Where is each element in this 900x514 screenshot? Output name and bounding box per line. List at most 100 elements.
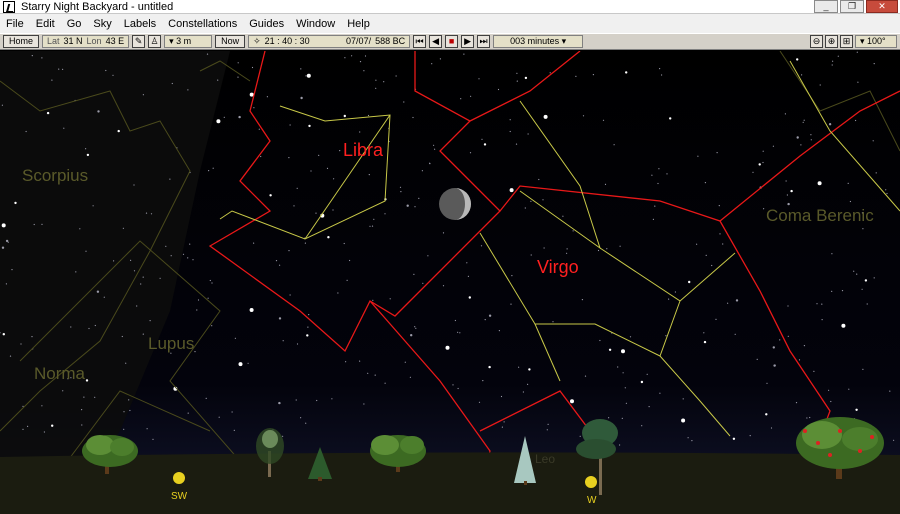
star: [488, 314, 492, 317]
star: [133, 270, 136, 272]
star: [5, 239, 9, 243]
star: [624, 387, 626, 389]
home-button[interactable]: Home: [3, 35, 40, 48]
moon[interactable]: [439, 188, 471, 220]
timestep-dropdown[interactable]: 003 minutes ▾: [493, 35, 584, 48]
rewind-icon[interactable]: ⏮: [413, 35, 427, 48]
star: [11, 269, 13, 271]
star: [466, 262, 468, 264]
window-title: Starry Night Backyard - untitled: [21, 0, 174, 13]
star: [654, 205, 656, 207]
menu-guides[interactable]: Guides: [243, 18, 290, 30]
star: [484, 319, 486, 321]
star: [278, 401, 281, 405]
lat-value[interactable]: 31 N: [64, 36, 83, 47]
star: [196, 309, 198, 311]
star: [337, 292, 339, 294]
elevation-dropdown[interactable]: ▾ 3 m: [164, 35, 213, 48]
zoom-box-icon[interactable]: ⊞: [840, 35, 853, 48]
stop-icon[interactable]: ■: [445, 35, 459, 48]
star: [41, 405, 43, 407]
menu-labels[interactable]: Labels: [118, 18, 162, 30]
star: [481, 138, 483, 140]
restore-button[interactable]: ❐: [840, 0, 864, 13]
star: [445, 345, 450, 350]
zoom-out-icon[interactable]: ⊖: [810, 35, 823, 48]
fov-dropdown[interactable]: ▾ 100°: [855, 35, 897, 48]
star: [278, 317, 282, 320]
star: [527, 383, 529, 385]
star: [359, 131, 361, 133]
star: [318, 154, 320, 156]
minimize-button[interactable]: _: [814, 0, 838, 13]
label-coma-berenices[interactable]: Coma Berenic: [766, 206, 874, 225]
star: [207, 297, 209, 299]
star: [279, 264, 281, 266]
star: [231, 411, 233, 413]
label-norma[interactable]: Norma: [34, 364, 86, 383]
star: [592, 74, 595, 76]
star: [422, 282, 424, 284]
star: [800, 144, 802, 146]
star: [289, 124, 291, 126]
star: [192, 259, 194, 261]
toolbar: Home Lat 31 N Lon 43 E ✎ ♙ ▾ 3 m Now ✧ 2…: [0, 33, 900, 50]
sky-view[interactable]: Scorpius Lupus Norma Coma Berenic Libra …: [0, 51, 900, 514]
star: [146, 428, 148, 430]
star: [795, 402, 798, 404]
star: [524, 207, 526, 209]
person-icon[interactable]: ♙: [148, 35, 162, 48]
label-virgo[interactable]: Virgo: [537, 257, 579, 277]
star: [696, 243, 698, 245]
star: [510, 303, 512, 305]
lon-value[interactable]: 43 E: [106, 36, 125, 47]
star: [142, 276, 144, 278]
menu-file[interactable]: File: [0, 18, 30, 30]
star: [756, 358, 758, 360]
play-icon[interactable]: ▶: [461, 35, 475, 48]
label-scorpius[interactable]: Scorpius: [22, 166, 88, 185]
star: [787, 335, 789, 337]
star: [524, 76, 528, 80]
pencil-icon[interactable]: ✎: [132, 35, 146, 48]
star: [343, 114, 346, 118]
star: [697, 155, 699, 157]
star: [787, 202, 790, 206]
label-lupus[interactable]: Lupus: [148, 334, 194, 353]
fast-forward-icon[interactable]: ⏭: [477, 35, 491, 48]
star: [410, 334, 413, 337]
star: [509, 130, 511, 133]
star: [469, 152, 472, 154]
star: [275, 260, 278, 262]
menu-window[interactable]: Window: [290, 18, 341, 30]
menu-help[interactable]: Help: [341, 18, 376, 30]
time-display[interactable]: ✧ 21 : 40 : 30 07/07/ 588 BC: [248, 35, 411, 48]
label-libra[interactable]: Libra: [343, 140, 384, 160]
star: [22, 405, 24, 407]
step-back-icon[interactable]: ◀: [429, 35, 443, 48]
star: [527, 133, 529, 135]
close-button[interactable]: ✕: [866, 0, 898, 13]
star: [803, 345, 806, 347]
date-value[interactable]: 07/07/: [346, 36, 371, 47]
menu-constellations[interactable]: Constellations: [162, 18, 243, 30]
star: [306, 73, 311, 78]
menu-go[interactable]: Go: [61, 18, 88, 30]
star: [296, 187, 298, 189]
now-button[interactable]: Now: [215, 35, 246, 48]
star: [813, 370, 815, 372]
location-field[interactable]: Lat 31 N Lon 43 E: [42, 35, 130, 48]
star: [552, 321, 554, 323]
star: [327, 236, 330, 239]
star: [830, 400, 832, 403]
star: [772, 145, 775, 147]
star: [581, 299, 584, 301]
menu-sky[interactable]: Sky: [87, 18, 117, 30]
menu-edit[interactable]: Edit: [30, 18, 61, 30]
zoom-in-icon[interactable]: ⊕: [825, 35, 838, 48]
time-value[interactable]: 21 : 40 : 30: [265, 36, 310, 47]
year-value[interactable]: 588 BC: [375, 36, 405, 47]
star: [641, 425, 643, 427]
star: [27, 425, 29, 427]
star: [149, 320, 151, 322]
